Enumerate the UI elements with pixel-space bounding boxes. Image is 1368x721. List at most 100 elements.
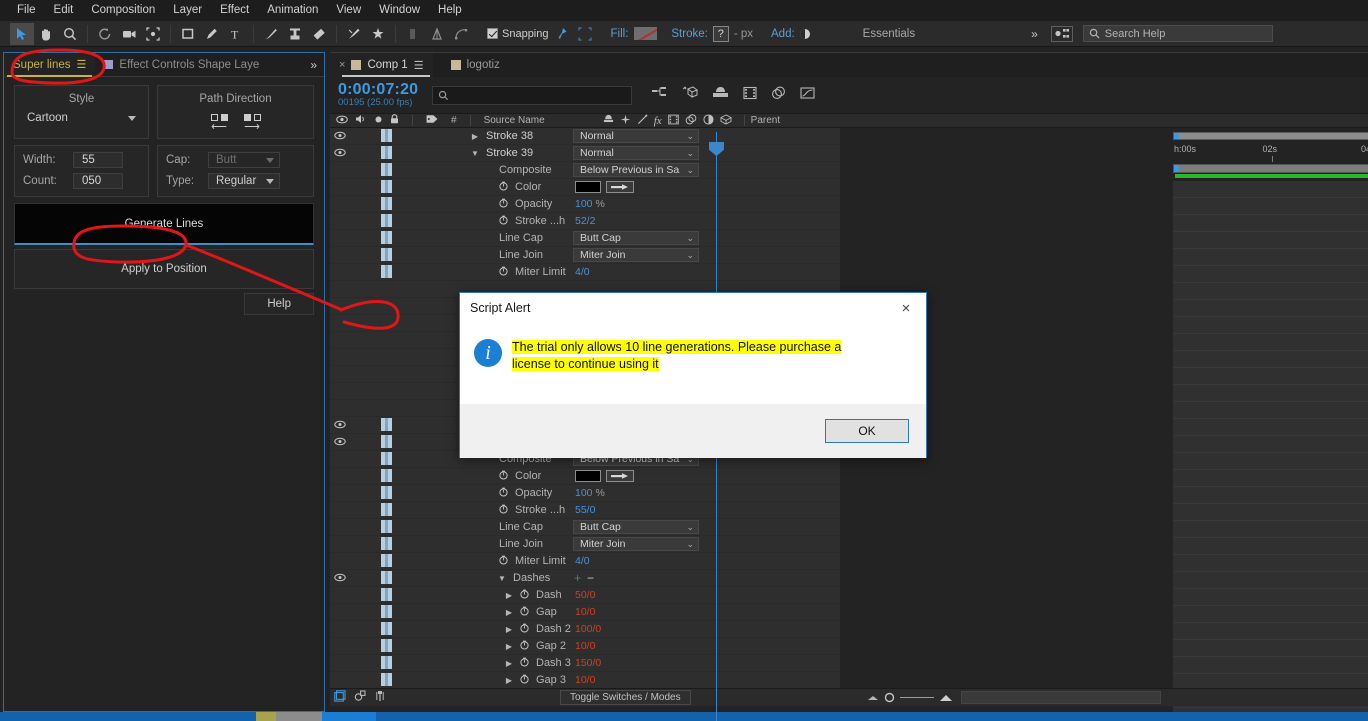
timeline-row[interactable]: Line Cap Butt Cap ⌄: [330, 230, 840, 247]
eyedropper-icon[interactable]: [606, 181, 634, 193]
stopwatch-icon[interactable]: [495, 215, 511, 227]
row-value-dropdown[interactable]: Butt Cap ⌄: [573, 231, 699, 245]
menu-item-animation[interactable]: Animation: [258, 0, 327, 21]
layer-duration-bar[interactable]: [381, 248, 392, 261]
generate-lines-button[interactable]: Generate Lines: [14, 203, 314, 245]
graph-editor-icon[interactable]: [800, 86, 815, 105]
timeline-zoom-bar[interactable]: [1173, 164, 1368, 173]
effects-fx-icon[interactable]: fx: [654, 115, 662, 127]
quality-icon[interactable]: [637, 114, 648, 128]
tab-effect-controls[interactable]: Effect Controls Shape Laye: [95, 53, 268, 76]
layer-duration-bar[interactable]: [381, 146, 392, 159]
selection-tool-icon[interactable]: [10, 22, 34, 45]
cap-dropdown[interactable]: Butt: [208, 152, 280, 168]
layer-duration-bar[interactable]: [381, 469, 392, 482]
work-area-start-handle[interactable]: [1174, 133, 1179, 139]
visibility-eye-icon[interactable]: [330, 131, 350, 142]
timeline-row[interactable]: ▶ Gap 3 10/0: [330, 672, 840, 689]
visibility-eye-icon[interactable]: [330, 148, 350, 159]
timeline-row[interactable]: ▶ Dash 3 150/0: [330, 655, 840, 672]
frame-blend-switch-icon[interactable]: [667, 114, 679, 128]
label-tag-icon[interactable]: [426, 114, 438, 127]
layer-duration-bar[interactable]: [381, 435, 392, 448]
add-circle-icon[interactable]: [799, 28, 811, 40]
zoom-tool-icon[interactable]: [58, 23, 82, 45]
row-value-dropdown[interactable]: Butt Cap ⌄: [573, 520, 699, 534]
row-value-dropdown[interactable]: Miter Join ⌄: [573, 248, 699, 262]
timeline-row[interactable]: Composite Below Previous in Sa ⌄: [330, 162, 840, 179]
stopwatch-icon[interactable]: [495, 266, 511, 278]
work-area-bar[interactable]: [1173, 132, 1368, 140]
style-dropdown[interactable]: Cartoon: [23, 112, 140, 124]
timeline-footer-scrollbar[interactable]: [960, 691, 1161, 704]
timeline-row[interactable]: Line Join Miter Join ⌄: [330, 247, 840, 264]
path-direction-left-button[interactable]: ⟵: [210, 114, 228, 133]
row-value-number[interactable]: 10/0: [575, 674, 595, 686]
visibility-eye-icon[interactable]: [330, 420, 350, 431]
visibility-eye-icon[interactable]: [330, 573, 350, 584]
stopwatch-icon[interactable]: [495, 487, 511, 499]
toggle-switches-icon[interactable]: [350, 690, 370, 705]
camera-tool-icon[interactable]: [117, 23, 141, 45]
pen-tool-icon[interactable]: [200, 23, 224, 45]
rectangle-tool-icon[interactable]: [176, 23, 200, 45]
layer-duration-bar[interactable]: [381, 180, 392, 193]
snap-bounds-icon[interactable]: [573, 23, 597, 45]
snapping-toggle[interactable]: Snapping: [487, 28, 549, 40]
toggle-switches-modes-button[interactable]: Toggle Switches / Modes: [560, 690, 691, 705]
layer-duration-bar[interactable]: [381, 129, 392, 142]
menu-item-layer[interactable]: Layer: [164, 0, 211, 21]
taskbar-item-c[interactable]: [322, 712, 376, 721]
stopwatch-icon[interactable]: [495, 504, 511, 516]
zoom-control[interactable]: [867, 692, 953, 703]
lock-icon[interactable]: [390, 114, 399, 127]
menu-item-view[interactable]: View: [327, 0, 370, 21]
fill-swatch[interactable]: [633, 26, 659, 41]
timeline-row[interactable]: Miter Limit 4/0: [330, 553, 840, 570]
timeline-row[interactable]: ▼ Dashes + −: [330, 570, 840, 587]
row-value-number[interactable]: 10/0: [575, 606, 595, 618]
frame-blending-icon[interactable]: [743, 86, 757, 105]
workspace-name[interactable]: Essentials: [863, 28, 915, 40]
panel-menu-icon[interactable]: ☰: [414, 59, 424, 72]
three-d-layer-icon[interactable]: [719, 113, 732, 128]
search-help-input[interactable]: Search Help: [1082, 25, 1273, 42]
timeline-graph-area[interactable]: [1173, 181, 1368, 721]
video-visibility-icon[interactable]: [336, 115, 348, 127]
zoom-slider-handle[interactable]: [884, 692, 895, 703]
stroke-width-value[interactable]: - px: [734, 28, 753, 40]
layer-duration-bar[interactable]: [381, 605, 392, 618]
stopwatch-icon[interactable]: [516, 640, 532, 652]
stopwatch-icon[interactable]: [495, 181, 511, 193]
composition-mini-flowchart-icon[interactable]: [652, 86, 668, 105]
taskbar-item-b[interactable]: [276, 712, 322, 721]
twirl-right-icon[interactable]: ▶: [502, 659, 516, 668]
layer-duration-bar[interactable]: [381, 163, 392, 176]
width-input[interactable]: 55: [73, 152, 123, 168]
stopwatch-icon[interactable]: [495, 470, 511, 482]
layer-duration-bar[interactable]: [381, 418, 392, 431]
layer-duration-bar[interactable]: [381, 656, 392, 669]
ok-button[interactable]: OK: [825, 419, 909, 443]
motion-blur-switch-icon[interactable]: [685, 113, 697, 128]
shape-node-icon[interactable]: [449, 23, 473, 45]
close-icon[interactable]: ×: [339, 59, 345, 71]
layer-duration-bar[interactable]: [381, 622, 392, 635]
draft-3d-icon[interactable]: [682, 85, 699, 105]
brush-tool-icon[interactable]: [259, 23, 283, 45]
row-value-dropdown[interactable]: Below Previous in Sa ⌄: [573, 163, 699, 177]
layer-duration-bar[interactable]: [381, 231, 392, 244]
row-value-number[interactable]: 52/2: [575, 215, 595, 227]
path-direction-right-button[interactable]: ⟶: [243, 114, 261, 133]
row-value-dropdown[interactable]: Normal ⌄: [573, 146, 699, 160]
panel-menu-icon[interactable]: ☰: [77, 58, 87, 71]
row-value-number[interactable]: 4/0: [575, 555, 590, 567]
stroke-swatch[interactable]: ?: [712, 25, 729, 42]
adjustment-layer-icon[interactable]: [703, 113, 714, 128]
collapse-transform-icon[interactable]: [620, 114, 631, 128]
layer-duration-bar[interactable]: [381, 265, 392, 278]
shy-switch-icon[interactable]: [603, 114, 614, 128]
tab-super-lines[interactable]: Super lines ☰: [4, 53, 96, 77]
timeline-row[interactable]: Color: [330, 468, 840, 485]
timeline-row[interactable]: Color: [330, 179, 840, 196]
